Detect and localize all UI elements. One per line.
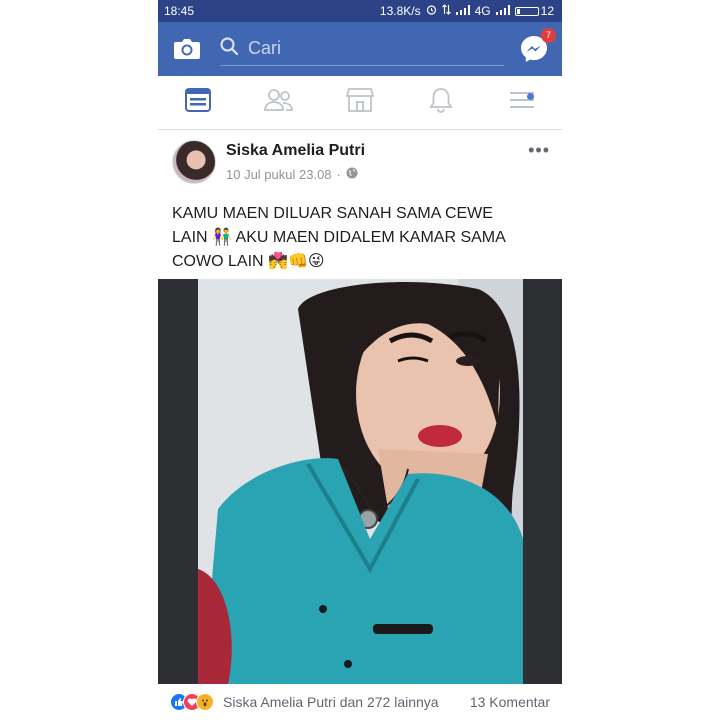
signal-icon: [455, 4, 470, 18]
trailing-emojis: 💏👊😜: [268, 253, 325, 270]
avatar[interactable]: [172, 140, 216, 184]
post-footer: Siska Amelia Putri dan 272 lainnya 13 Ko…: [158, 684, 562, 720]
tab-menu[interactable]: [502, 83, 542, 123]
wow-icon: [196, 693, 214, 711]
comments-count[interactable]: 13 Komentar: [470, 694, 550, 710]
notifications-bell-icon: [429, 87, 453, 118]
search-icon: [220, 37, 239, 60]
post-text: KAMU MAEN DILUAR SANAH SAMA CEWE LAIN 👫 …: [158, 184, 562, 294]
friends-icon: [264, 88, 294, 117]
tab-notifications[interactable]: [421, 83, 461, 123]
camera-icon[interactable]: [172, 34, 202, 64]
post-text-line-1: KAMU MAEN DILUAR SANAH SAMA CEWE: [172, 205, 493, 222]
photo-image: [158, 279, 562, 684]
tab-friends[interactable]: [259, 83, 299, 123]
phone-screen: 18:45 13.8K/s 4G 12 Cari 7 Siska Amelia …: [158, 0, 562, 720]
top-app-bar: Cari 7: [158, 22, 562, 76]
messenger-icon: [518, 36, 550, 69]
reaction-icons[interactable]: [170, 693, 214, 711]
marketplace-icon: [345, 87, 375, 118]
post-meta: Siska Amelia Putri 10 Jul pukul 23.08 ·: [226, 140, 528, 182]
separator-dot: ·: [336, 167, 341, 182]
post-text-line-3: COWO LAIN 💏👊😜: [172, 253, 325, 270]
couple-emoji: 👫: [212, 229, 232, 246]
tab-marketplace[interactable]: [340, 83, 380, 123]
battery-level: 12: [540, 4, 554, 18]
post-text-line-2: LAIN 👫 AKU MAEN DIDALEM KAMAR SAMA: [172, 229, 506, 246]
globe-icon: [346, 167, 358, 182]
battery-icon: 12: [514, 4, 554, 18]
post-author[interactable]: Siska Amelia Putri: [226, 142, 528, 160]
data-transfer-icon: [441, 4, 451, 18]
network-speed: 13.8K/s: [379, 4, 421, 18]
news-feed-icon: [185, 88, 212, 117]
search-placeholder: Cari: [248, 38, 282, 58]
status-time: 18:45: [164, 4, 195, 18]
alarm-icon: [426, 4, 437, 18]
post-header: Siska Amelia Putri 10 Jul pukul 23.08 · …: [158, 130, 562, 184]
menu-notification-dot: [526, 92, 534, 100]
status-bar: 18:45 13.8K/s 4G 12: [158, 0, 562, 22]
post-timestamp[interactable]: 10 Jul pukul 23.08: [226, 167, 332, 182]
search-input[interactable]: Cari: [220, 32, 504, 66]
network-type: 4G: [474, 4, 491, 18]
messenger-badge: 7: [541, 28, 556, 43]
post-timestamp-row: 10 Jul pukul 23.08 ·: [226, 167, 528, 182]
signal-2-icon: [495, 4, 510, 18]
status-indicators: 13.8K/s 4G 12: [380, 4, 554, 18]
post-options-icon[interactable]: •••: [528, 140, 550, 161]
tab-news-feed[interactable]: [178, 83, 218, 123]
nav-tabs: [158, 76, 562, 130]
likes-summary[interactable]: Siska Amelia Putri dan 272 lainnya: [223, 694, 470, 710]
post-photo[interactable]: [158, 279, 562, 684]
messenger-button[interactable]: 7: [518, 28, 556, 65]
